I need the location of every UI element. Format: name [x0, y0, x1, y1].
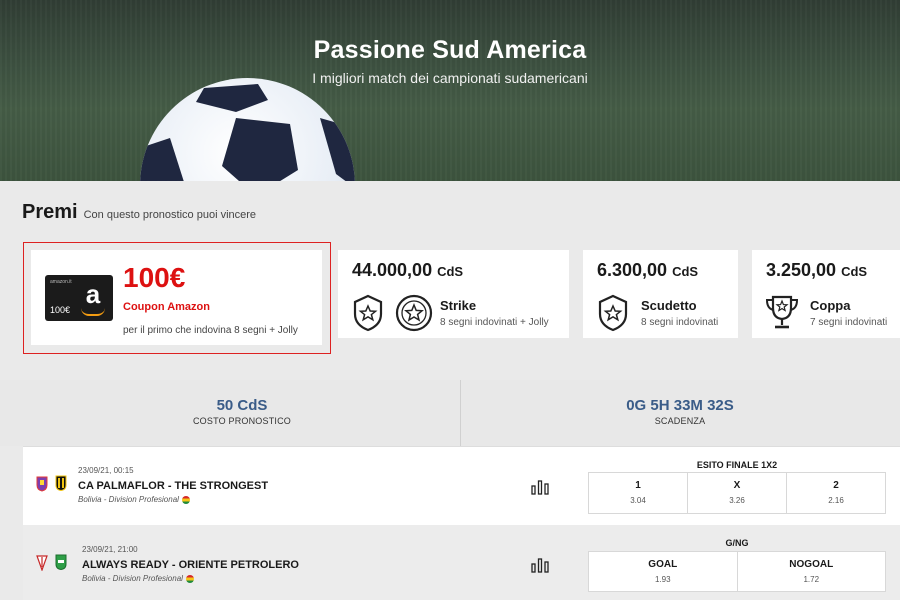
- prize-amount: 44.000,00 CdS: [352, 260, 464, 280]
- prize-card-coppa[interactable]: 3.250,00 CdS Coppa 7 segni indovinati: [752, 250, 900, 338]
- match-teams[interactable]: CA PALMAFLOR - THE STRONGEST: [78, 480, 268, 492]
- match-datetime: 23/09/21, 21:00: [82, 545, 138, 554]
- ball-star-icon: [395, 294, 433, 332]
- match-league: Bolivia - Division Profesional: [82, 574, 194, 583]
- prize-amount: 3.250,00 CdS: [766, 260, 868, 280]
- bet-option-x[interactable]: X 3.26: [688, 473, 787, 513]
- amazon-prize-amount: 100€: [123, 262, 186, 293]
- bet-market-title: G/NG: [725, 538, 749, 548]
- summary-divider: [460, 380, 461, 446]
- deadline-countdown: 0G 5H 33M 32S: [626, 397, 734, 414]
- bet-option-2[interactable]: 2 2.16: [787, 473, 885, 513]
- shield-star-icon: [353, 294, 383, 332]
- amazon-gift-card-icon: amazon.it a 100€: [45, 275, 113, 321]
- match-row: 23/09/21, 00:15 CA PALMAFLOR - THE STRON…: [23, 446, 900, 525]
- bolivia-flag-icon: [181, 495, 190, 504]
- prize-amount: 6.300,00 CdS: [597, 260, 699, 280]
- bet-options: GOAL 1.93 NOGOAL 1.72: [588, 551, 886, 592]
- trophy-icon: [765, 295, 799, 329]
- prediction-summary: 50 CdS COSTO PRONOSTICO 0G 5H 33M 32S SC…: [0, 380, 900, 446]
- shield-star-icon: [598, 294, 628, 332]
- bet-option-goal[interactable]: GOAL 1.93: [589, 552, 738, 591]
- prize-description: 8 segni indovinati: [641, 317, 719, 328]
- team-crest-icon: [36, 555, 48, 571]
- amazon-prize-card[interactable]: amazon.it a 100€ 100€ Coupon Amazon per …: [31, 250, 322, 345]
- bet-options: 1 3.04 X 3.26 2 2.16: [588, 472, 886, 514]
- prize-name: Coppa: [810, 298, 851, 313]
- amazon-prize-description: per il primo che indovina 8 segni + Joll…: [123, 325, 298, 336]
- prize-description: 7 segni indovinati: [810, 317, 888, 328]
- prizes-header: Premi Con questo pronostico puoi vincere: [22, 201, 256, 224]
- hero-banner: Passione Sud America I migliori match de…: [0, 0, 900, 181]
- prize-name: Scudetto: [641, 298, 697, 313]
- match-row: 23/09/21, 21:00 ALWAYS READY - ORIENTE P…: [23, 525, 900, 600]
- match-datetime: 23/09/21, 00:15: [78, 466, 134, 475]
- hero-overlay: [0, 0, 900, 181]
- bolivia-flag-icon: [185, 574, 194, 583]
- match-league: Bolivia - Division Profesional: [78, 495, 190, 504]
- cost-value: 50 CdS: [216, 397, 268, 414]
- prizes-title: Premi: [22, 201, 78, 223]
- amazon-smile-icon: [81, 308, 105, 316]
- page-subtitle: I migliori match dei campionati sudameri…: [312, 70, 588, 86]
- match-teams[interactable]: ALWAYS READY - ORIENTE PETROLERO: [82, 559, 299, 571]
- prize-card-scudetto[interactable]: 6.300,00 CdS Scudetto 8 segni indovinati: [583, 250, 738, 338]
- bet-option-1[interactable]: 1 3.04: [589, 473, 688, 513]
- team-crest-icon: [55, 554, 67, 570]
- team-crest-icon: [55, 475, 67, 491]
- amazon-prize-name: Coupon Amazon: [123, 301, 210, 313]
- stats-chart-icon[interactable]: [531, 557, 549, 573]
- deadline-label: SCADENZA: [654, 416, 706, 426]
- bet-market-title: ESITO FINALE 1X2: [696, 460, 778, 470]
- prizes-subtitle: Con questo pronostico puoi vincere: [83, 209, 257, 221]
- page-title: Passione Sud America: [313, 36, 587, 64]
- prize-description: 8 segni indovinati + Jolly: [440, 317, 549, 328]
- cost-block: 50 CdS COSTO PRONOSTICO: [92, 397, 392, 426]
- deadline-block: 0G 5H 33M 32S SCADENZA: [530, 397, 830, 426]
- bet-option-nogoal[interactable]: NOGOAL 1.72: [738, 552, 886, 591]
- stats-chart-icon[interactable]: [531, 479, 549, 495]
- cost-label: COSTO PRONOSTICO: [192, 416, 292, 426]
- prize-card-strike[interactable]: 44.000,00 CdS Strike 8 segni indovinati …: [338, 250, 569, 338]
- prize-name: Strike: [440, 298, 477, 313]
- team-crest-icon: [36, 476, 48, 492]
